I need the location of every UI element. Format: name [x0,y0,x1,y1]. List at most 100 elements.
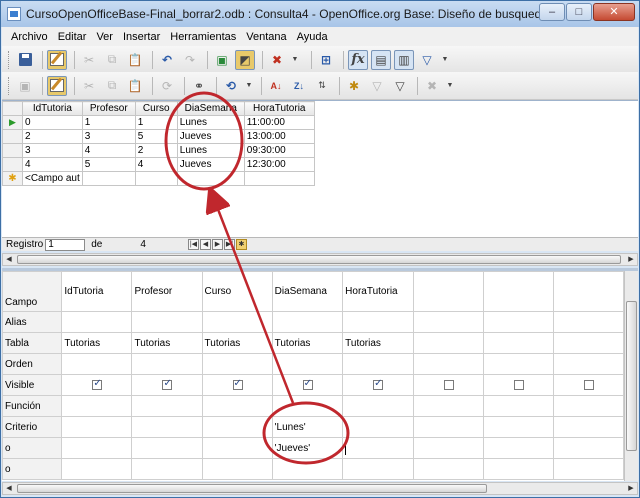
field-cell[interactable]: Profesor [131,271,203,312]
table-cell[interactable]: 4 [81,143,136,158]
criteria-cell[interactable] [412,416,484,438]
function-cell[interactable] [61,395,133,417]
or-cell-diasemana[interactable]: 'Jueves' [271,437,344,459]
table-cell[interactable]: Tutorias [271,332,344,354]
table-cell[interactable]: Tutorias [342,332,414,354]
order-cell[interactable] [552,353,624,375]
sort-descending-button[interactable]: Z↓ [289,76,309,96]
table-cell[interactable]: 3 [22,143,83,158]
or-cell[interactable] [482,458,554,480]
order-cell[interactable] [482,353,554,375]
refresh-data-button[interactable]: ⟲ [221,76,241,96]
table-cell[interactable]: Tutorias [131,332,203,354]
maximize-button[interactable]: □ [566,3,592,21]
table-row[interactable]: ▶ 0 1 1 Lunes 11:00:00 [2,115,315,130]
previous-record-button[interactable]: ◀ [199,239,211,250]
column-header[interactable]: HoraTutoria [243,101,315,116]
criteria-cell[interactable] [61,416,133,438]
add-table-button[interactable]: ⊞ [316,50,336,70]
toolbar-grip[interactable] [8,76,11,95]
menu-insertar[interactable]: Insertar [118,31,165,43]
copy-button[interactable]: ⧉ [102,50,122,70]
refresh-button[interactable]: ⟳ [157,76,177,96]
visible-checkbox[interactable] [443,379,454,390]
function-cell[interactable] [201,395,273,417]
minimize-button[interactable]: – [539,3,565,21]
table-cell[interactable]: Tutorias [61,332,133,354]
table-cell[interactable]: 2 [22,129,83,144]
row-header[interactable] [2,129,23,144]
field-cell[interactable]: IdTutoria [61,271,133,312]
clear-query-button[interactable]: ✖ [267,50,287,70]
or-cell[interactable] [201,437,273,459]
table-cell[interactable]: Jueves [176,157,245,172]
visible-checkbox[interactable] [583,379,594,390]
function-cell[interactable] [482,395,554,417]
function-cell[interactable] [342,395,414,417]
row-header-corner[interactable] [2,101,23,116]
toolbar-options-button-2[interactable]: ▼ [440,50,450,70]
scrollbar-thumb[interactable] [17,484,487,493]
menu-herramientas[interactable]: Herramientas [165,31,241,43]
column-header[interactable]: IdTutoria [22,101,83,116]
alias-cell[interactable] [271,311,344,333]
or-cell[interactable] [61,437,133,459]
toolbar-options-button[interactable]: ▼ [290,50,300,70]
table-cell[interactable]: Lunes [176,115,245,130]
autofilter-button[interactable]: ✱ [344,76,364,96]
table-cell[interactable]: 2 [134,143,178,158]
table-cell[interactable] [176,171,245,186]
visible-checkbox[interactable] [513,379,524,390]
row-header[interactable]: ▶ [2,115,23,130]
menu-editar[interactable]: Editar [53,31,92,43]
alias-button[interactable]: ▥ [394,49,414,70]
or-cell[interactable] [552,458,624,480]
order-cell[interactable] [342,353,414,375]
function-cell[interactable] [412,395,484,417]
sort-button[interactable]: ⇅ [312,76,332,96]
order-cell[interactable] [412,353,484,375]
table-cell[interactable]: 5 [81,157,136,172]
alias-cell[interactable] [552,311,624,333]
first-record-button[interactable]: |◀ [187,239,199,250]
function-cell[interactable] [131,395,203,417]
table-cell[interactable]: 09:30:00 [243,143,315,158]
column-header[interactable]: Curso [134,101,178,116]
design-vertical-scrollbar[interactable] [624,271,638,481]
alias-cell[interactable] [342,311,414,333]
design-horizontal-scrollbar[interactable]: ◀ ▶ [2,482,638,495]
alias-cell[interactable] [482,311,554,333]
table-cell[interactable]: 13:00:00 [243,129,315,144]
table-cell[interactable]: 0 [22,115,83,130]
visible-checkbox[interactable] [302,378,313,390]
save-button[interactable] [15,50,35,70]
scroll-right-icon[interactable]: ▶ [625,483,637,494]
table-cell[interactable] [482,332,554,354]
table-cell[interactable]: 4 [134,157,178,172]
scrollbar-thumb[interactable] [17,255,621,264]
table-cell[interactable]: 11:00:00 [243,115,315,130]
alias-cell[interactable] [201,311,273,333]
table-cell[interactable] [412,332,484,354]
or-cell[interactable] [271,458,344,480]
scroll-right-icon[interactable]: ▶ [625,254,637,265]
apply-filter-button[interactable]: ▽ [367,76,387,96]
column-header[interactable]: Profesor [81,101,136,116]
field-cell[interactable]: Curso [201,271,273,312]
table-cell[interactable] [81,171,136,186]
remove-filter-button[interactable]: ✖ [422,76,442,96]
field-cell[interactable] [552,271,624,312]
column-header[interactable]: DiaSemana [176,101,245,116]
scrollbar-thumb[interactable] [626,301,637,451]
criteria-cell[interactable] [201,416,273,438]
or-cell[interactable] [342,458,414,480]
or-cell[interactable] [201,458,273,480]
table-cell[interactable]: 1 [134,115,178,130]
edit-mode-button[interactable] [47,49,67,70]
results-horizontal-scrollbar[interactable]: ◀ ▶ [2,253,638,266]
visible-checkbox[interactable] [92,378,103,390]
field-cell[interactable]: DiaSemana [271,271,344,312]
table-cell[interactable]: 3 [81,129,136,144]
paste-data-button[interactable]: 📋 [125,76,145,96]
save-record-button[interactable]: ▣ [15,76,35,96]
